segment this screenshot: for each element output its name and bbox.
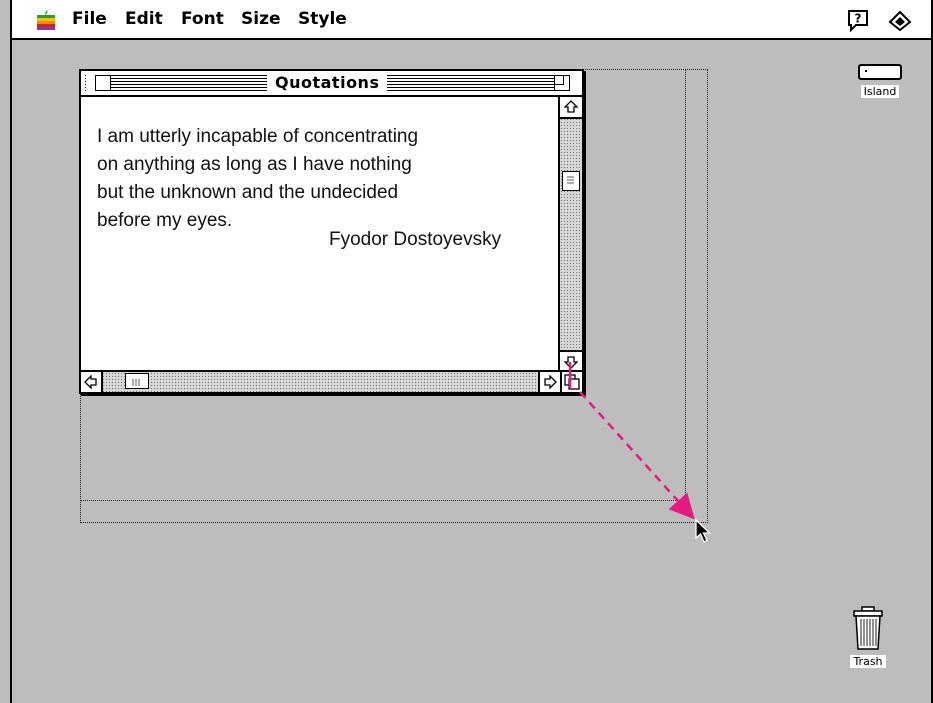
quote-line: on anything as long as I have nothing (97, 154, 412, 175)
size-box-icon[interactable] (560, 370, 582, 392)
desktop-icon-island[interactable]: Island (856, 64, 904, 104)
desktop-icon-label: Island (860, 85, 900, 98)
scroll-down-arrow-icon[interactable] (560, 350, 582, 372)
desktop-icon-trash[interactable]: Trash (844, 606, 892, 676)
horizontal-scrollbar[interactable] (81, 370, 560, 392)
desktop-icon-label: Trash (850, 655, 886, 668)
menu-font[interactable]: Font (181, 9, 224, 29)
trash-can-icon (853, 606, 883, 650)
close-box-frame (86, 71, 111, 95)
scroll-up-arrow-icon[interactable] (560, 97, 582, 119)
screen-edge-left (10, 0, 12, 703)
document-content[interactable]: I am utterly incapable of concentrating … (81, 97, 558, 370)
quote-line: but the unknown and the undecided (97, 182, 399, 203)
window-title: Quotations (267, 71, 388, 95)
menu-bar: File Edit Font Size Style ? (12, 0, 931, 40)
quote-line: I am utterly incapable of concentrating (97, 126, 419, 147)
scroll-right-arrow-icon[interactable] (538, 372, 560, 392)
close-box-icon[interactable] (95, 75, 111, 91)
apple-menu-icon[interactable] (36, 9, 56, 31)
title-bar[interactable]: Quotations (81, 71, 582, 97)
menu-edit[interactable]: Edit (125, 9, 163, 29)
horizontal-scroll-thumb[interactable] (125, 373, 149, 389)
hard-disk-icon (858, 64, 902, 80)
scroll-left-arrow-icon[interactable] (81, 372, 103, 392)
menu-style[interactable]: Style (298, 9, 347, 29)
vertical-scroll-thumb[interactable] (562, 171, 580, 191)
mouse-pointer-icon (695, 518, 712, 543)
application-menu-icon[interactable] (886, 8, 914, 32)
help-balloon-icon[interactable]: ? (846, 8, 870, 32)
menu-size[interactable]: Size (241, 9, 281, 29)
zoom-box-frame (554, 71, 578, 95)
svg-text:?: ? (855, 12, 862, 26)
vertical-scrollbar[interactable] (558, 97, 582, 372)
menu-file[interactable]: File (72, 9, 107, 29)
quotations-window[interactable]: Quotations I am utterly incapable of con… (79, 69, 584, 394)
zoom-box-icon[interactable] (554, 75, 570, 91)
quote-author: Fyodor Dostoyevsky (329, 229, 502, 250)
